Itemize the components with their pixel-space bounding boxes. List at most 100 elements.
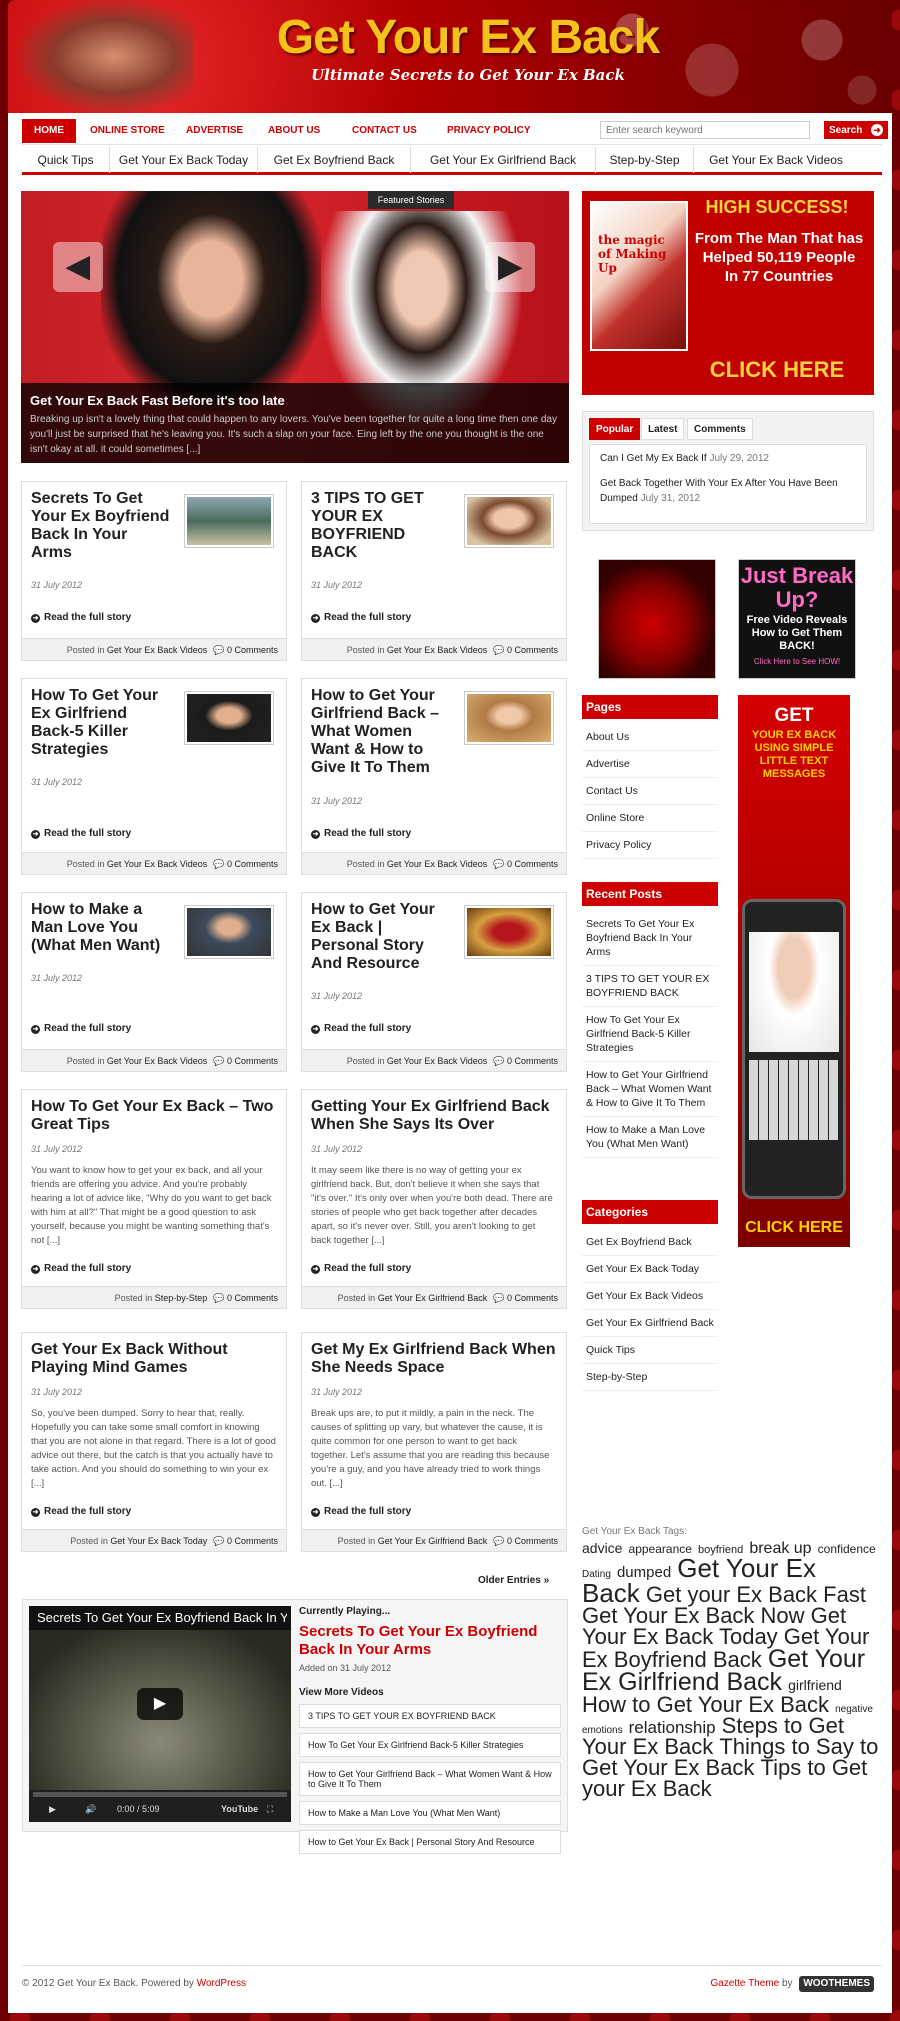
ad-ex-recovery-system[interactable] [598,559,716,679]
post-category-link[interactable]: Get Your Ex Back Today [110,1536,207,1546]
comments-link[interactable]: 💬 0 Comments [493,1536,558,1546]
tag-link[interactable]: advice [582,1540,622,1556]
read-more-link[interactable]: ➜ Read the full story [31,1023,131,1034]
category-link[interactable]: Quick Tips [582,1337,718,1364]
popular-post-link[interactable]: Get Back Together With Your Ex After You… [600,478,838,504]
recent-post-link[interactable]: How to Get Your Girlfriend Back – What W… [582,1062,718,1117]
recent-post-link[interactable]: How to Make a Man Love You (What Men Wan… [582,1117,718,1158]
play-icon[interactable]: ▶ [137,1688,183,1720]
category-link[interactable]: Get Your Ex Back Videos [582,1283,718,1310]
ad-just-break-up[interactable]: Just Break Up? Free Video Reveals How to… [738,559,856,679]
ad-text-messages-skyscraper[interactable]: GET YOUR EX BACK USING SIMPLE LITTLE TEX… [738,695,850,1247]
catnav-ex-back-today[interactable]: Get Your Ex Back Today [110,147,258,173]
comments-link[interactable]: 💬 0 Comments [213,645,278,655]
post-title[interactable]: Get My Ex Girlfriend Back When She Needs… [311,1341,556,1377]
popular-post-link[interactable]: Can I Get My Ex Back If [600,453,707,464]
older-entries-link[interactable]: Older Entries » [478,1575,549,1586]
catnav-ex-boyfriend-back[interactable]: Get Ex Boyfriend Back [258,147,411,173]
nav-online-store[interactable]: ONLINE STORE [78,119,177,143]
play-small-icon[interactable]: ▶ [49,1804,56,1815]
post-title[interactable]: Secrets To Get Your Ex Boyfriend Back In… [31,490,171,562]
category-link[interactable]: Get Your Ex Back Today [582,1256,718,1283]
post-category-link[interactable]: Get Your Ex Back Videos [107,859,207,869]
video-link[interactable]: How to Make a Man Love You (What Men Wan… [299,1801,561,1825]
page-link-online-store[interactable]: Online Store [582,805,718,832]
category-link[interactable]: Step-by-Step [582,1364,718,1391]
post-category-link[interactable]: Step-by-Step [155,1293,208,1303]
tag-link[interactable]: confidence [818,1542,876,1556]
comments-link[interactable]: 💬 0 Comments [213,1056,278,1066]
youtube-logo[interactable]: YouTube [221,1804,258,1814]
post-thumbnail[interactable] [184,905,274,959]
catnav-ex-back-videos[interactable]: Get Your Ex Back Videos [694,147,858,173]
post-category-link[interactable]: Get Your Ex Back Videos [387,859,487,869]
featured-slider[interactable]: Featured Stories ◀ ▶ Get Your Ex Back Fa… [21,191,569,463]
comments-link[interactable]: 💬 0 Comments [213,1536,278,1546]
post-thumbnail[interactable] [184,691,274,745]
slider-next-arrow-icon[interactable]: ▶ [485,242,535,292]
recent-post-link[interactable]: 3 TIPS TO GET YOUR EX BOYFRIEND BACK [582,966,718,1007]
read-more-link[interactable]: ➜ Read the full story [311,1023,411,1034]
woothemes-logo[interactable]: WOOTHEMES [799,1976,874,1992]
nav-privacy-policy[interactable]: PRIVACY POLICY [435,119,543,143]
read-more-link[interactable]: ➜ Read the full story [311,828,411,839]
post-title[interactable]: How To Get Your Ex Girlfriend Back-5 Kil… [31,687,171,759]
tab-comments[interactable]: Comments [687,418,753,440]
post-title[interactable]: How to Get Your Ex Back | Personal Story… [311,901,451,973]
read-more-link[interactable]: ➜ Read the full story [311,612,411,623]
post-category-link[interactable]: Get Your Ex Back Videos [107,1056,207,1066]
catnav-quick-tips[interactable]: Quick Tips [22,147,110,173]
nav-home[interactable]: HOME [22,119,76,143]
site-title[interactable]: Get Your Ex Back [208,10,728,65]
tab-latest[interactable]: Latest [641,418,685,440]
category-link[interactable]: Get Your Ex Girlfriend Back [582,1310,718,1337]
post-thumbnail[interactable] [184,494,274,548]
post-category-link[interactable]: Get Your Ex Back Videos [387,1056,487,1066]
comments-link[interactable]: 💬 0 Comments [213,1293,278,1303]
video-progress-bar[interactable] [33,1792,287,1797]
read-more-link[interactable]: ➜ Read the full story [311,1263,411,1274]
comments-link[interactable]: 💬 0 Comments [213,859,278,869]
post-title[interactable]: Get Your Ex Back Without Playing Mind Ga… [31,1341,276,1377]
tag-link[interactable]: girlfriend [788,1677,842,1693]
search-button[interactable]: Search ➜ [824,121,888,139]
catnav-step-by-step[interactable]: Step-by-Step [596,147,694,173]
video-player[interactable]: Secrets To Get Your Ex Boyfriend Back In… [29,1606,291,1822]
slider-prev-arrow-icon[interactable]: ◀ [53,242,103,292]
post-category-link[interactable]: Get Your Ex Back Videos [107,645,207,655]
fullscreen-icon[interactable]: ⛶ [267,1804,273,1815]
post-thumbnail[interactable] [464,905,554,959]
tab-popular[interactable]: Popular [589,418,641,440]
sky-cta[interactable]: CLICK HERE [738,1219,850,1237]
read-more-link[interactable]: ➜ Read the full story [31,612,131,623]
post-category-link[interactable]: Get Your Ex Back Videos [387,645,487,655]
recent-post-link[interactable]: How To Get Your Ex Girlfriend Back-5 Kil… [582,1007,718,1062]
current-video-title[interactable]: Secrets To Get Your Ex Boyfriend Back In… [299,1623,561,1659]
post-thumbnail[interactable] [464,494,554,548]
video-link[interactable]: 3 TIPS TO GET YOUR EX BOYFRIEND BACK [299,1704,561,1728]
page-link-contact-us[interactable]: Contact Us [582,778,718,805]
recent-post-link[interactable]: Secrets To Get Your Ex Boyfriend Back In… [582,911,718,966]
volume-icon[interactable]: 🔊 [85,1804,96,1815]
search-input[interactable] [600,121,810,139]
nav-about-us[interactable]: ABOUT US [256,119,332,143]
ad-cta[interactable]: CLICK HERE [687,357,867,383]
video-link[interactable]: How To Get Your Ex Girlfriend Back-5 Kil… [299,1733,561,1757]
post-category-link[interactable]: Get Your Ex Girlfriend Back [378,1536,488,1546]
post-title[interactable]: How to Make a Man Love You (What Men Wan… [31,901,171,955]
category-link[interactable]: Get Ex Boyfriend Back [582,1229,718,1256]
post-category-link[interactable]: Get Your Ex Girlfriend Back [378,1293,488,1303]
page-link-advertise[interactable]: Advertise [582,751,718,778]
post-title[interactable]: Getting Your Ex Girlfriend Back When She… [311,1098,556,1134]
catnav-ex-girlfriend-back[interactable]: Get Your Ex Girlfriend Back [411,147,596,173]
comments-link[interactable]: 💬 0 Comments [493,1293,558,1303]
comments-link[interactable]: 💬 0 Comments [493,1056,558,1066]
read-more-link[interactable]: ➜ Read the full story [31,1263,131,1274]
ad-banner-magic-of-making-up[interactable]: the magic of Making Up HIGH SUCCESS! Fro… [582,191,874,395]
page-link-about-us[interactable]: About Us [582,724,718,751]
gazette-theme-link[interactable]: Gazette Theme [710,1978,779,1989]
read-more-link[interactable]: ➜ Read the full story [31,828,131,839]
post-title[interactable]: 3 TIPS TO GET YOUR EX BOYFRIEND BACK [311,490,451,562]
video-link[interactable]: How to Get Your Girlfriend Back – What W… [299,1762,561,1796]
nav-advertise[interactable]: ADVERTISE [174,119,255,143]
